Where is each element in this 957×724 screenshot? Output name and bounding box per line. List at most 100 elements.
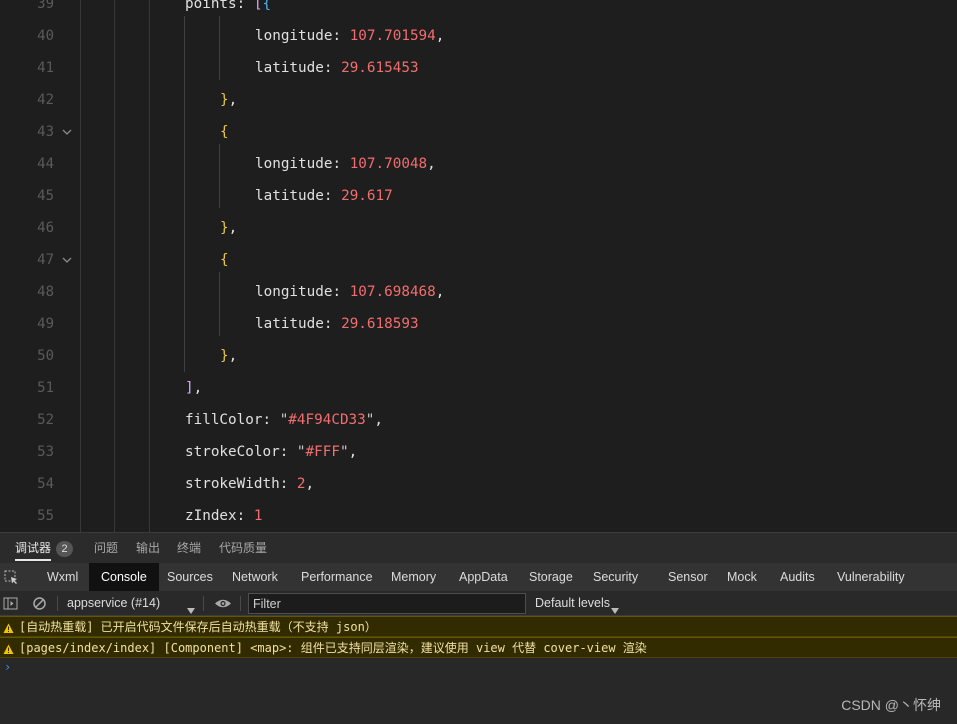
context-select[interactable]: appservice (#14) [67,591,160,616]
code-line: 48 longitude: 107.698468, [0,276,957,308]
warning-icon [3,642,14,654]
chevron-down-icon[interactable] [187,601,195,614]
code-token: : [236,0,254,12]
code-text: { [220,116,229,148]
line-number: 51 [37,380,54,396]
code-token: , [348,444,358,460]
code-token: , [374,412,383,428]
code-token: { [220,124,229,140]
code-token: : [279,476,297,492]
filter-input[interactable] [248,593,526,614]
tab-console[interactable]: Console [89,563,159,591]
tab-code-quality[interactable]: 代码质量 [219,533,267,564]
code-token: " [339,444,349,460]
eye-icon[interactable] [214,596,232,611]
code-token: longitude [255,156,333,172]
code-line: 54 strokeWidth: 2, [0,468,957,500]
code-text: ], [185,372,202,404]
line-number: 50 [37,348,54,364]
code-token: , [228,348,238,364]
code-token: , [228,92,238,108]
code-line: 44 longitude: 107.70048, [0,148,957,180]
code-line: 53 strokeColor: "#FFF", [0,436,957,468]
code-token: #4F94CD33 [288,412,366,428]
console-warning-row[interactable]: [自动热重载] 已开启代码文件保存后自动热重载（不支持 json） [0,616,957,637]
code-text: latitude: 29.615453 [255,52,419,84]
code-token: : [236,508,254,524]
console-message: [自动热重载] 已开启代码文件保存后自动热重载（不支持 json） [19,620,377,634]
code-line: 42}, [0,84,957,116]
code-token: 107.701594 [349,28,436,44]
line-number: 41 [37,60,54,76]
code-token: , [193,380,203,396]
code-token: 107.70048 [349,156,428,172]
tab-sources[interactable]: Sources [167,563,213,591]
code-line: 47 { [0,244,957,276]
log-levels-select[interactable]: Default levels [535,591,610,616]
watermark: CSDN @丶怀绅 [841,697,941,713]
chevron-down-icon[interactable] [611,601,619,614]
devtools-panel: 调试器 2 问题 输出 终端 代码质量 Wxml Console Sources… [0,532,957,724]
tab-output[interactable]: 输出 [136,533,160,564]
tab-memory[interactable]: Memory [391,563,436,591]
code-token: : [332,284,350,300]
fold-chevron-icon[interactable] [61,254,73,266]
code-token: : [332,156,350,172]
sidebar-toggle-icon[interactable] [3,596,18,611]
debugger-count-badge: 2 [56,541,73,557]
fold-chevron-icon[interactable] [61,126,73,138]
code-token: " [279,412,289,428]
code-token: , [228,220,238,236]
tab-network[interactable]: Network [232,563,278,591]
line-number: 44 [37,156,54,172]
code-token: longitude [255,28,333,44]
code-editor[interactable]: 39 points: [{40 longitude: 107.701594, 41 la… [0,0,957,532]
code-token: points [185,0,237,12]
console-warning-row[interactable]: [pages/index/index] [Component] <map>: 组… [0,637,957,658]
code-token: : [262,412,280,428]
code-token: 29.617 [341,188,393,204]
tab-mock[interactable]: Mock [727,563,757,591]
code-token: { [262,0,272,12]
tab-storage[interactable]: Storage [529,563,573,591]
tab-wxml[interactable]: Wxml [47,563,78,591]
console-prompt[interactable]: › [4,660,11,674]
code-text: }, [220,340,237,372]
code-line: 40 longitude: 107.701594, [0,20,957,52]
code-text: latitude: 29.617 [255,180,393,212]
code-text: strokeWidth: 2, [185,468,314,500]
code-line: 41 latitude: 29.615453 [0,52,957,84]
code-line: 55 zIndex: 1 [0,500,957,532]
code-text: }, [220,212,237,244]
line-number: 46 [37,220,54,236]
line-number: 40 [37,28,54,44]
clear-console-icon[interactable] [32,596,47,611]
tab-sensor[interactable]: Sensor [668,563,708,591]
tab-security[interactable]: Security [593,563,638,591]
tab-debugger[interactable]: 调试器 [15,533,52,564]
line-number: 39 [37,0,54,12]
tab-terminal[interactable]: 终端 [177,533,201,564]
line-number: 48 [37,284,54,300]
code-text: longitude: 107.701594, [255,20,444,52]
code-token: 1 [253,508,263,524]
code-token: , [435,28,445,44]
code-text: fillColor: "#4F94CD33", [185,404,383,436]
code-token: strokeColor [185,444,280,460]
tab-performance[interactable]: Performance [301,563,373,591]
code-token: : [323,60,342,76]
line-number: 43 [37,124,54,140]
console-message: [pages/index/index] [Component] <map>: 组… [19,641,647,655]
inspect-element-icon[interactable] [4,570,19,585]
toolbar-divider [57,596,58,611]
code-line: 39 points: [{ [0,0,957,20]
line-number: 52 [37,412,54,428]
tab-issues[interactable]: 问题 [94,533,118,564]
tool-tabbar: Wxml Console Sources Network Performance… [0,563,957,591]
code-token: : [279,444,297,460]
code-token: } [220,220,229,236]
tab-appdata[interactable]: AppData [459,563,508,591]
tab-audits[interactable]: Audits [780,563,815,591]
code-token: latitude [255,60,324,76]
tab-vulnerability[interactable]: Vulnerability [837,563,905,591]
